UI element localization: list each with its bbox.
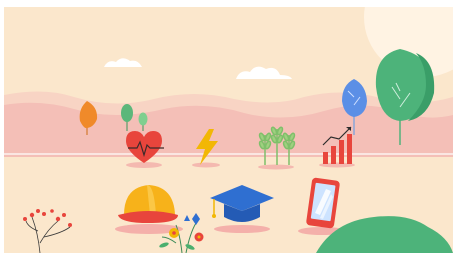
bolt-shadow [192,162,220,168]
cap-shadow [214,225,270,233]
sustainable-development-scene [4,7,453,253]
illustration-frame [0,0,457,258]
wheat-shadow [258,164,294,170]
scene-svg [4,7,453,253]
